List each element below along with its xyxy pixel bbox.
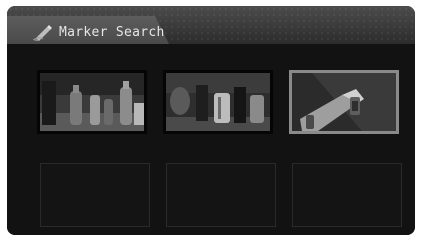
marker-thumbnail-1 bbox=[40, 73, 144, 131]
marker-thumbnail-2 bbox=[166, 73, 270, 131]
page-title: Marker Search bbox=[59, 24, 165, 40]
marker-search-screen: Marker Search bbox=[7, 6, 415, 235]
marker-slot-6[interactable] bbox=[292, 163, 402, 227]
marker-slot-5[interactable] bbox=[166, 163, 276, 227]
marker-slot-3[interactable] bbox=[289, 70, 399, 134]
marker-slot-1[interactable] bbox=[37, 70, 147, 134]
marker-grid bbox=[7, 44, 415, 235]
marker-slot-4[interactable] bbox=[40, 163, 150, 227]
marker-slot-2[interactable] bbox=[163, 70, 273, 134]
title-row: Marker Search bbox=[33, 22, 165, 42]
marker-pencil-icon bbox=[33, 25, 52, 41]
marker-thumbnail-3 bbox=[292, 73, 396, 131]
